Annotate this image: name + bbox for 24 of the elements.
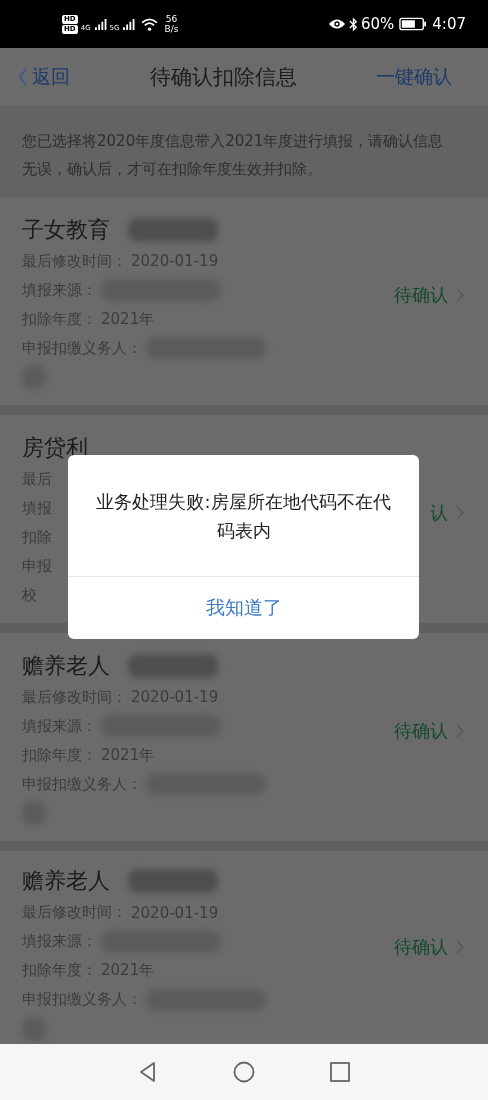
back-chevron-icon xyxy=(18,67,28,86)
status-text: 待确认 xyxy=(394,719,448,743)
bluetooth-icon xyxy=(348,16,358,32)
speed-unit: B/s xyxy=(164,24,179,34)
battery-percent: 60% xyxy=(360,15,395,33)
card-title: 赡养老人 xyxy=(22,651,110,680)
clock: 4:07 xyxy=(432,15,466,33)
status-text: 待确认 xyxy=(394,934,448,959)
home-icon[interactable] xyxy=(233,1061,255,1083)
back-button[interactable]: 返回 xyxy=(18,63,70,90)
error-message: 业务处理失败:房屋所在地代码不在代码表内 xyxy=(96,489,391,543)
wifi-icon xyxy=(141,17,159,31)
recents-icon[interactable] xyxy=(329,1061,351,1083)
page-title: 待确认扣除信息 xyxy=(149,63,297,91)
status-text: 待确认 xyxy=(394,283,448,307)
card-title: 子女教育 xyxy=(22,215,110,244)
signal-icon xyxy=(122,18,136,30)
battery-icon xyxy=(399,17,428,31)
confirm-all-button[interactable]: 一键确认 xyxy=(376,63,452,90)
eye-icon xyxy=(327,18,346,30)
network-speed: 56 xyxy=(165,14,178,24)
status-text: 认 xyxy=(430,501,448,525)
signal-icon xyxy=(93,18,107,30)
card-title: 赡养老人 xyxy=(22,867,110,895)
